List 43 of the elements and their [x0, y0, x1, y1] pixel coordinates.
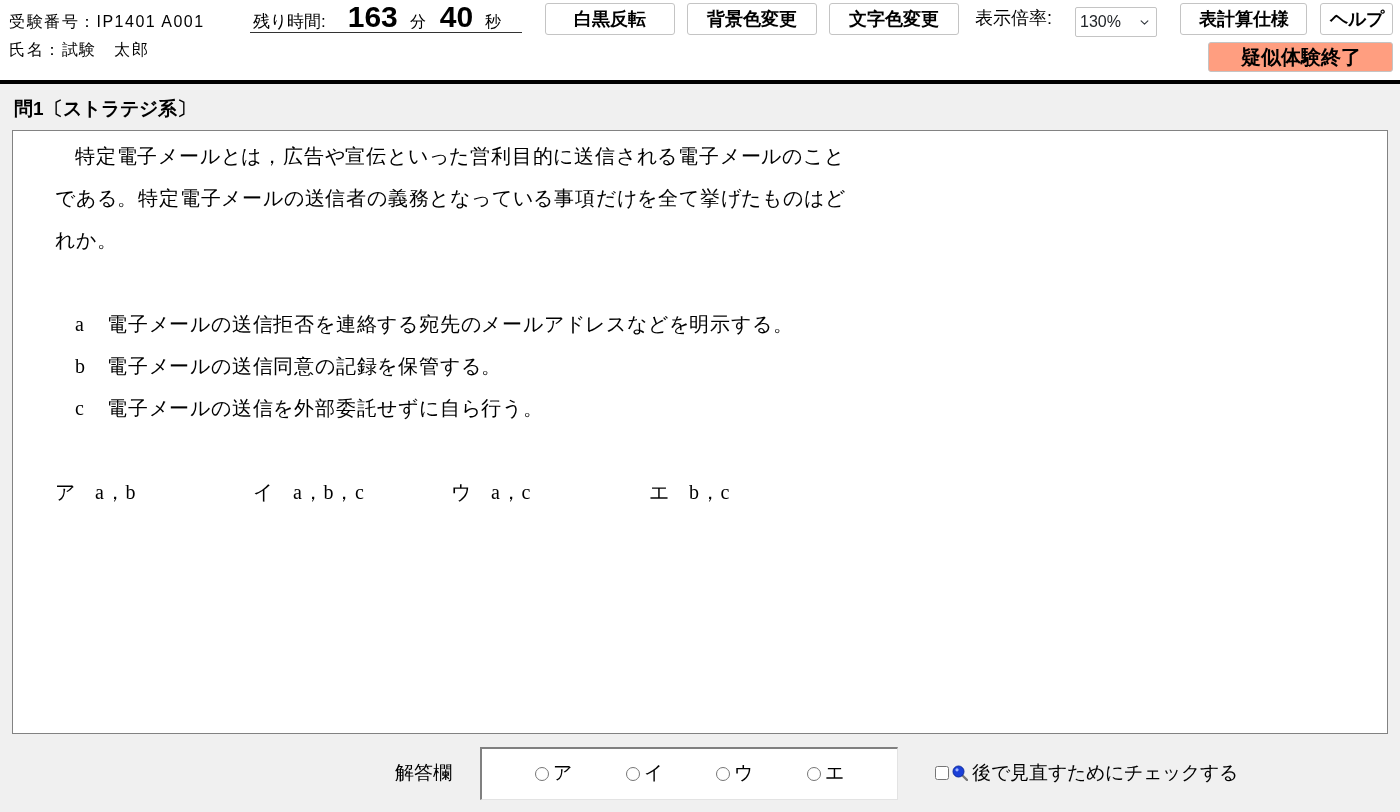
exit-button[interactable]: 疑似体験終了 — [1208, 42, 1393, 72]
answer-label: 解答欄 — [395, 760, 452, 785]
toolbar-button[interactable]: 背景色変更 — [687, 3, 817, 35]
seconds-unit: 秒 — [485, 12, 502, 32]
option-label[interactable]: ウ — [734, 759, 754, 788]
minutes-unit: 分 — [409, 12, 426, 32]
statement-text: 電子メールの送信拒否を連絡する宛先のメールアドレスなどを明示する。 — [107, 312, 794, 337]
option-label[interactable]: ア — [553, 759, 573, 788]
review-checkbox[interactable] — [935, 766, 949, 780]
review-label[interactable]: 後で見直すためにチェックする — [972, 758, 1238, 788]
choice-text: b，c — [689, 480, 731, 505]
radio-button[interactable] — [625, 766, 640, 781]
choice-label: ア — [55, 480, 77, 505]
choice-label: イ — [253, 480, 275, 505]
radio-button[interactable] — [716, 766, 731, 781]
minutes-value: 163 — [347, 0, 398, 33]
zoom-label: 表示倍率: — [975, 7, 1053, 30]
toolbar-button[interactable]: 白黒反転 — [545, 3, 675, 35]
zoom-select[interactable]: 130% — [1075, 7, 1157, 37]
statement-text: 電子メールの送信を外部委託せずに自ら行う。 — [107, 396, 544, 421]
choice-label: ウ — [451, 480, 473, 505]
toolbar-button[interactable]: 文字色変更 — [829, 3, 959, 35]
question-stem: 特定電子メールとは，広告や宣伝といった営利目的に送信される電子メールのことである。特定電子メールの送信者の義務となっている事項だけを全て挙げたものはどれか。 — [55, 144, 847, 253]
timer-label: 残り時間: — [253, 11, 326, 33]
radio-button[interactable] — [535, 766, 550, 781]
examinee-name: 氏名：試験 太郎 — [9, 40, 150, 60]
statement-letter: b — [75, 354, 87, 379]
statement-letter: a — [75, 312, 86, 337]
toolbar-button[interactable]: ヘルプ — [1320, 3, 1393, 35]
choice-text: a，b — [95, 480, 137, 505]
question-title: 問1〔ストラテジ系〕 — [14, 98, 196, 120]
radio-button[interactable] — [806, 766, 821, 781]
examinee-number: 受験番号：IP1401 A001 — [9, 12, 206, 32]
choice-label: エ — [649, 480, 671, 505]
choice-text: a，c — [491, 480, 532, 505]
choice-text: a，b，c — [293, 480, 365, 505]
option-label[interactable]: エ — [824, 759, 844, 788]
statement-text: 電子メールの送信同意の記録を保管する。 — [107, 354, 503, 379]
option-label[interactable]: イ — [643, 759, 663, 788]
seconds-value: 40 — [439, 0, 474, 33]
statement-letter: c — [75, 396, 86, 421]
toolbar-button[interactable]: 表計算仕様 — [1180, 3, 1307, 35]
magnifier-icon — [952, 765, 968, 781]
